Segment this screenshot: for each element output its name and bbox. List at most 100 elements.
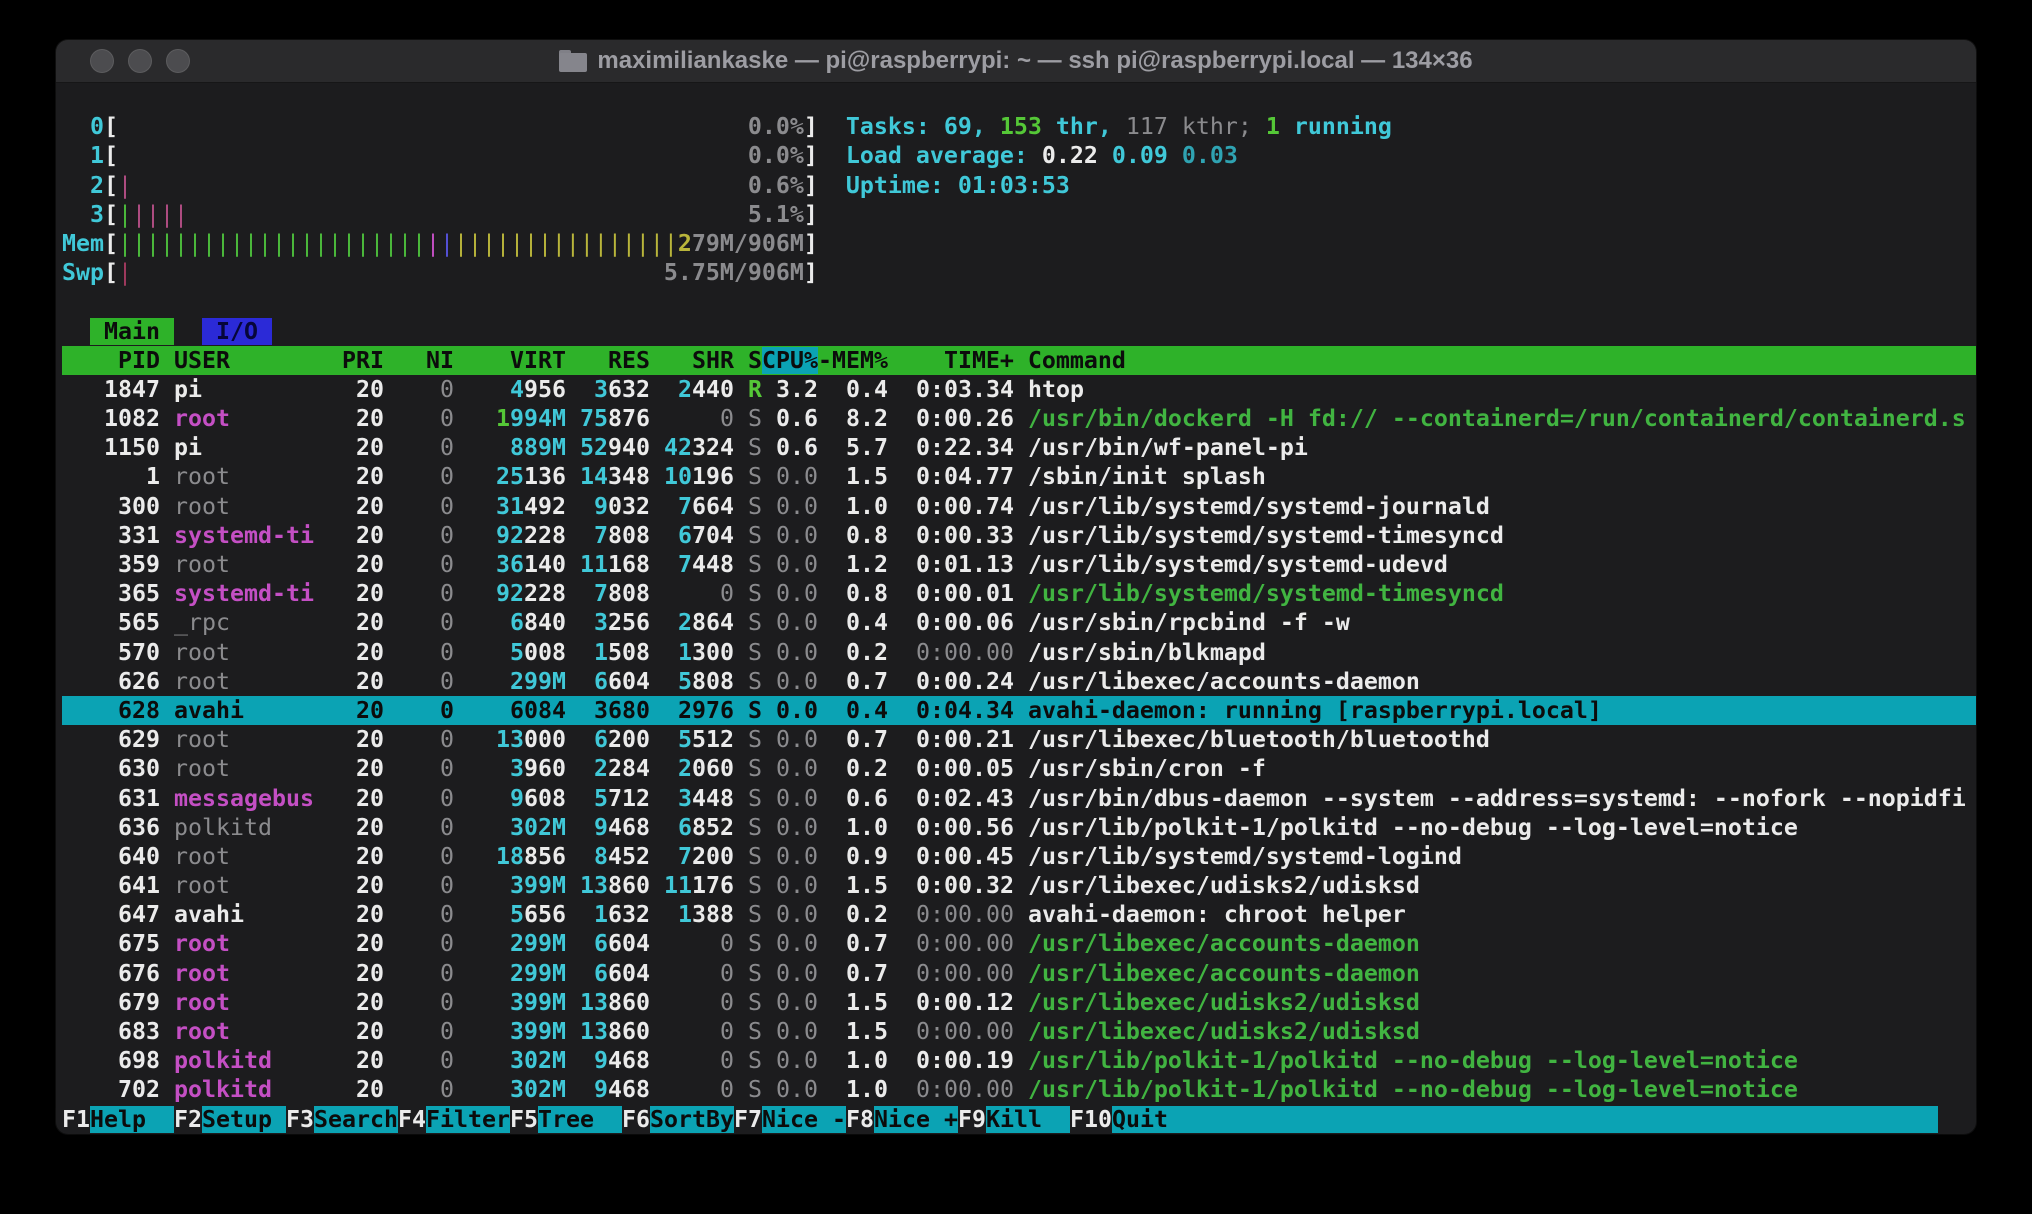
fkey-f9-key[interactable]: F9 <box>958 1106 986 1133</box>
process-row-640[interactable]: 640 root 20 0 18856 8452 7200 S 0.0 0.9 … <box>62 842 1976 871</box>
process-row-626[interactable]: 626 root 20 0 299M 6604 5808 S 0.0 0.7 0… <box>62 667 1976 696</box>
fkey-f7-label[interactable]: Nice - <box>762 1106 846 1133</box>
ni-cell: 0 <box>384 1047 454 1074</box>
process-row-683[interactable]: 683 root 20 0 399M 13860 0 S 0.0 1.5 0:0… <box>62 1017 1976 1046</box>
res-cell: 632 <box>608 376 650 403</box>
fkey-f5-label[interactable]: Tree <box>538 1106 622 1133</box>
fkey-f6-key[interactable]: F6 <box>622 1106 650 1133</box>
user-cell: _rpc <box>160 609 328 636</box>
memory-meter: Mem[||||||||||||||||||||||||||||||||||||… <box>62 229 1976 258</box>
process-row-1082[interactable]: 1082 root 20 0 1994M 75876 0 S 0.6 8.2 0… <box>62 404 1976 433</box>
res-cell: 6 <box>594 930 608 957</box>
process-row-1150[interactable]: 1150 pi 20 0 889M 52940 42324 S 0.6 5.7 … <box>62 433 1976 462</box>
fkey-f9-label[interactable]: Kill <box>986 1106 1070 1133</box>
fkey-f3-label[interactable]: Search <box>314 1106 398 1133</box>
header-cell-user[interactable]: USER <box>174 347 328 374</box>
user-cell: root <box>160 1018 328 1045</box>
virt-cell: 889M <box>510 434 566 461</box>
header-cell-virt[interactable]: VIRT <box>454 347 566 374</box>
header-cell-ni[interactable]: NI <box>384 347 454 374</box>
process-row-631[interactable]: 631 messagebus 20 0 9608 5712 3448 S 0.0… <box>62 784 1976 813</box>
header-cell-cpu[interactable]: CPU% <box>762 347 818 374</box>
fkey-f7-key[interactable]: F7 <box>734 1106 762 1133</box>
res-cell: 5 <box>594 785 608 812</box>
res-cell: 468 <box>608 814 650 841</box>
fkey-f8-key[interactable]: F8 <box>846 1106 874 1133</box>
res-cell: 7 <box>594 522 608 549</box>
process-row-636[interactable]: 636 polkitd 20 0 302M 9468 6852 S 0.0 1.… <box>62 813 1976 842</box>
process-row-1[interactable]: 1 root 20 0 25136 14348 10196 S 0.0 1.5 … <box>62 462 1976 491</box>
virt-cell: 840 <box>524 609 566 636</box>
process-row-300[interactable]: 300 root 20 0 31492 9032 7664 S 0.0 1.0 … <box>62 492 1976 521</box>
res-cell: 680 <box>608 697 650 724</box>
process-row-630[interactable]: 630 root 20 0 3960 2284 2060 S 0.0 0.2 0… <box>62 754 1976 783</box>
fkey-f3-key[interactable]: F3 <box>286 1106 314 1133</box>
meter-value: 79M/906M <box>692 230 804 257</box>
fkey-f1-key[interactable]: F1 <box>62 1106 90 1133</box>
process-row-647[interactable]: 647 avahi 20 0 5656 1632 1388 S 0.0 0.2 … <box>62 900 1976 929</box>
process-row-698[interactable]: 698 polkitd 20 0 302M 9468 0 S 0.0 1.0 0… <box>62 1046 1976 1075</box>
user-cell: systemd-ti <box>160 522 328 549</box>
cpu-cell: 0.0 <box>762 901 818 928</box>
process-row-676[interactable]: 676 root 20 0 299M 6604 0 S 0.0 0.7 0:00… <box>62 959 1976 988</box>
tab-io[interactable]: I/O <box>202 318 272 345</box>
state-cell: S <box>734 463 762 490</box>
process-row-628[interactable]: 628 avahi 20 0 6084 3680 2976 S 0.0 0.4 … <box>62 696 1976 725</box>
state-cell: S <box>734 668 762 695</box>
minimize-button[interactable] <box>128 49 152 73</box>
cpu-cell: 0.0 <box>762 609 818 636</box>
pid-cell: 675 <box>62 930 160 957</box>
header-cell-mem[interactable]: -MEM% <box>818 347 888 374</box>
fkey-f4-key[interactable]: F4 <box>398 1106 426 1133</box>
command-cell: /usr/lib/systemd/systemd-udevd <box>1014 551 1448 578</box>
process-row-629[interactable]: 629 root 20 0 13000 6200 5512 S 0.0 0.7 … <box>62 725 1976 754</box>
fkey-f2-label[interactable]: Setup <box>202 1106 286 1133</box>
fkey-f10-key[interactable]: F10 <box>1070 1106 1112 1133</box>
process-row-359[interactable]: 359 root 20 0 36140 11168 7448 S 0.0 1.2… <box>62 550 1976 579</box>
fkey-f6-label[interactable]: SortBy <box>650 1106 734 1133</box>
process-row-1847[interactable]: 1847 pi 20 0 4956 3632 2440 R 3.2 0.4 0:… <box>62 375 1976 404</box>
shr-cell: 0 <box>720 1047 734 1074</box>
header-cell-res[interactable]: RES <box>566 347 650 374</box>
process-row-675[interactable]: 675 root 20 0 299M 6604 0 S 0.0 0.7 0:00… <box>62 929 1976 958</box>
header-cell-s[interactable]: S <box>734 347 762 374</box>
header-cell-pid[interactable]: PID <box>62 347 174 374</box>
res-cell: 604 <box>608 668 650 695</box>
shr-cell: 0 <box>720 1076 734 1103</box>
pid-cell: 359 <box>62 551 160 578</box>
process-row-702[interactable]: 702 polkitd 20 0 302M 9468 0 S 0.0 1.0 0… <box>62 1075 1976 1104</box>
time-cell: 0:01.13 <box>888 551 1014 578</box>
pid-cell: 565 <box>62 609 160 636</box>
process-row-679[interactable]: 679 root 20 0 399M 13860 0 S 0.0 1.5 0:0… <box>62 988 1976 1017</box>
process-row-565[interactable]: 565 _rpc 20 0 6840 3256 2864 S 0.0 0.4 0… <box>62 608 1976 637</box>
header-cell-shr[interactable]: SHR <box>650 347 734 374</box>
fkey-f2-key[interactable]: F2 <box>174 1106 202 1133</box>
tab-main[interactable]: Main <box>90 318 174 345</box>
process-row-641[interactable]: 641 root 20 0 399M 13860 11176 S 0.0 1.5… <box>62 871 1976 900</box>
shr-cell: 6 <box>678 814 692 841</box>
fkey-f10-label[interactable]: Quit <box>1112 1106 1168 1133</box>
fkey-f4-label[interactable]: Filter <box>426 1106 510 1133</box>
virt-cell: 5 <box>510 901 524 928</box>
virt-cell: 084 <box>524 697 566 724</box>
process-row-570[interactable]: 570 root 20 0 5008 1508 1300 S 0.0 0.2 0… <box>62 638 1976 667</box>
ni-cell: 0 <box>384 668 454 695</box>
shr-cell: 704 <box>692 522 734 549</box>
header-cell-pri[interactable]: PRI <box>328 347 384 374</box>
header-cell-command[interactable]: Command <box>1014 347 1126 374</box>
mem-cell: 0.8 <box>818 522 888 549</box>
title-bar[interactable]: maximiliankaske — pi@raspberrypi: ~ — ss… <box>56 40 1976 83</box>
command-cell: /usr/libexec/bluetooth/bluetoothd <box>1014 726 1490 753</box>
process-row-331[interactable]: 331 systemd-ti 20 0 92228 7808 6704 S 0.… <box>62 521 1976 550</box>
close-button[interactable] <box>90 49 114 73</box>
pri-cell: 20 <box>328 668 384 695</box>
fkey-f1-label[interactable]: Help <box>90 1106 174 1133</box>
fkey-f5-key[interactable]: F5 <box>510 1106 538 1133</box>
fkey-f8-label[interactable]: Nice + <box>874 1106 958 1133</box>
cpu-cell: 0.0 <box>762 785 818 812</box>
state-cell: S <box>734 960 762 987</box>
header-cell-time[interactable]: TIME+ <box>888 347 1014 374</box>
process-row-365[interactable]: 365 systemd-ti 20 0 92228 7808 0 S 0.0 0… <box>62 579 1976 608</box>
zoom-button[interactable] <box>166 49 190 73</box>
ni-cell: 0 <box>384 843 454 870</box>
